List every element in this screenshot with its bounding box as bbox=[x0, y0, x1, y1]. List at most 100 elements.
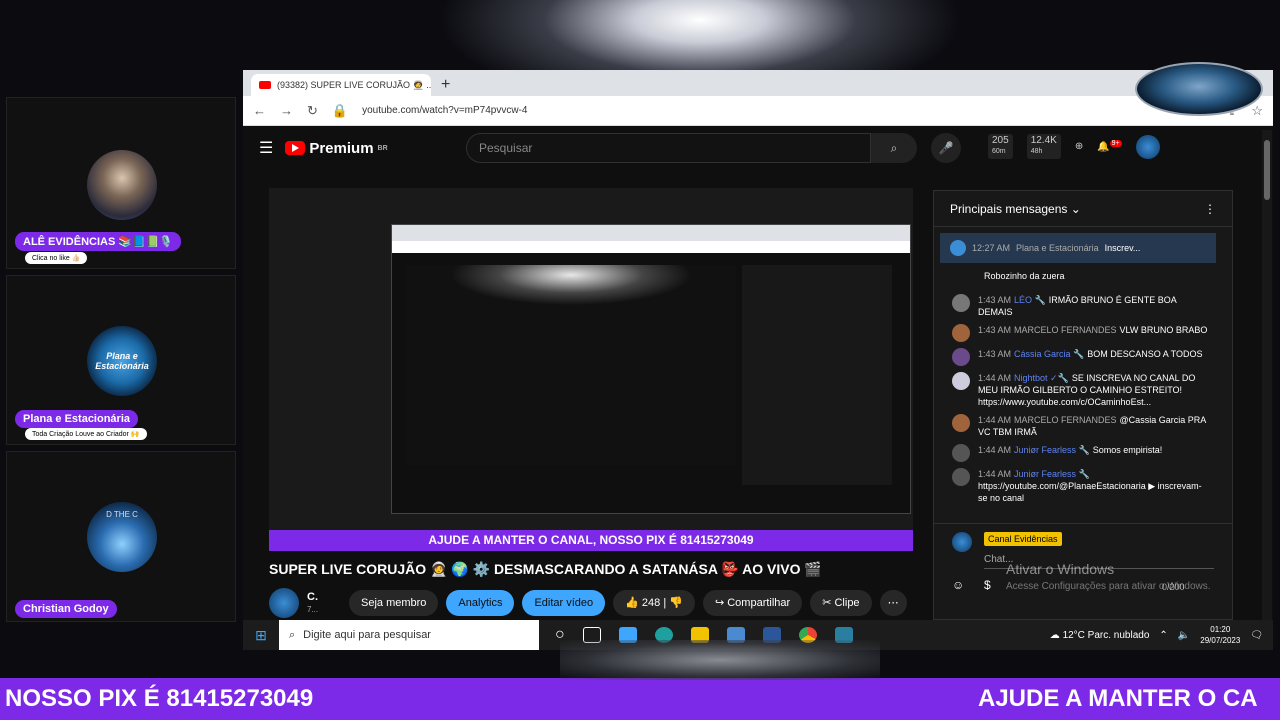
christian-globe-text: D THE C bbox=[106, 510, 138, 519]
pinned-message[interactable]: 12:27 AM Plana e Estacionária Inscrev... bbox=[940, 233, 1216, 263]
notification-center-icon[interactable]: 🗨 bbox=[1250, 630, 1263, 641]
bookmark-star-icon[interactable]: ☆ bbox=[1251, 103, 1263, 119]
pinned-avatar bbox=[950, 240, 966, 256]
forward-icon[interactable]: → bbox=[280, 103, 293, 118]
taskbar-clock[interactable]: 01:20 29/07/2023 bbox=[1200, 624, 1240, 646]
channel-avatar[interactable] bbox=[269, 588, 299, 618]
chat-text: VLW BRUNO BRABO bbox=[1119, 325, 1208, 335]
chat-author: MARCELO FERNANDES bbox=[1014, 325, 1117, 335]
stat-viewers: 205 60m bbox=[988, 134, 1013, 159]
chat-author: MARCELO FERNANDES bbox=[1014, 415, 1117, 425]
chat-menu-icon[interactable]: ⋮ bbox=[1204, 202, 1216, 216]
chat-author: Nightbot ✓🔧 bbox=[1014, 373, 1069, 383]
video-player[interactable] bbox=[269, 188, 913, 550]
chat-message: 1:44 AM Juniør Fearless 🔧 Somos empirista! bbox=[934, 441, 1224, 465]
chat-message: 1:44 AM Juniør Fearless 🔧 https://youtube.… bbox=[934, 465, 1224, 507]
chat-time: 1:44 AM bbox=[978, 469, 1012, 479]
more-actions-button[interactable]: ⋯ bbox=[879, 590, 907, 616]
page-scrollbar[interactable] bbox=[1262, 130, 1272, 620]
notifications-icon[interactable]: 🔔 9+ bbox=[1097, 140, 1122, 153]
browser-tab-youtube[interactable]: (93382) SUPER LIVE CORUJÃO 🧑‍🚀 ... ✕ bbox=[251, 74, 431, 96]
plana-logo: Plana e Estacionária bbox=[87, 326, 157, 396]
url-field[interactable]: youtube.com/watch?v=mP74pvvcw-4 bbox=[362, 105, 1191, 116]
edit-video-button[interactable]: Editar vídeo bbox=[522, 590, 606, 616]
stat-views-value: 12.4K bbox=[1030, 135, 1057, 146]
chat-time: 1:44 AM bbox=[978, 373, 1012, 383]
hamburger-menu-icon[interactable]: ☰ bbox=[259, 138, 273, 158]
chat-mode-dropdown[interactable]: Principais mensagens ⌄ bbox=[950, 202, 1081, 216]
chat-message: 1:43 AM MARCELO FERNANDES VLW BRUNO BRABO bbox=[934, 321, 1224, 345]
clip-button[interactable]: ✂ Clipe bbox=[810, 590, 872, 616]
clock-time: 01:20 bbox=[1210, 625, 1231, 634]
create-icon[interactable]: ⊕ bbox=[1075, 141, 1083, 152]
edge-icon[interactable] bbox=[654, 627, 673, 643]
tray-chevron-icon[interactable]: ⌃ bbox=[1159, 630, 1167, 641]
youtube-logo[interactable]: Premium BR bbox=[285, 139, 388, 157]
word-icon[interactable] bbox=[762, 627, 781, 643]
ale-name-badge: ALÊ EVIDÊNCIAS 📚📘📗🎙️ bbox=[15, 232, 182, 251]
chat-time: 1:44 AM bbox=[978, 415, 1012, 425]
chat-message: 1:44 AM MARCELO FERNANDES @Cassia Garcia P… bbox=[934, 411, 1224, 441]
notification-count: 9+ bbox=[1109, 140, 1122, 148]
app-icon[interactable] bbox=[834, 627, 853, 643]
youtube-logo-text: Premium bbox=[309, 139, 374, 157]
chat-message: 1:43 AM LÉO 🔧 IRMÃO BRUNO É GENTE BOA DEMA… bbox=[934, 291, 1224, 321]
like-button[interactable]: 👍 248 | 👎 bbox=[613, 590, 695, 616]
windows-activation-subtext: Acesse Configurações para ativar o Windo… bbox=[1006, 581, 1211, 592]
weather-widget[interactable]: ☁ 12°C Parc. nublado bbox=[1050, 630, 1150, 641]
pinned-author: Plana e Estacionária bbox=[1016, 243, 1099, 253]
lock-icon: 🔒 bbox=[331, 102, 349, 118]
chat-text: Somos empirista! bbox=[1092, 445, 1163, 455]
mail-icon[interactable] bbox=[618, 627, 637, 643]
chat-time: 1:43 AM bbox=[978, 295, 1012, 305]
video-title: SUPER LIVE CORUJÃO 🧑‍🚀 🌍 ⚙️ DESMASCARAND… bbox=[269, 561, 822, 577]
clock-date: 29/07/2023 bbox=[1200, 636, 1241, 645]
windows-start-icon[interactable]: ⊞ bbox=[243, 627, 279, 644]
channel-name[interactable]: C. 7... bbox=[307, 591, 341, 616]
taskbar-search-input[interactable]: ⌕ Digite aqui para pesquisar bbox=[279, 620, 539, 650]
store-icon[interactable] bbox=[726, 627, 745, 643]
plana-sub-badge: Toda Criação Louve ao Criador 🙌 bbox=[25, 428, 147, 440]
chat-time: 1:44 AM bbox=[978, 445, 1012, 455]
christian-globe: D THE C bbox=[87, 502, 157, 572]
microphone-icon[interactable]: 🎤 bbox=[931, 133, 961, 163]
player-pix-banner: AJUDE A MANTER O CANAL, NOSSO PIX É 8141… bbox=[269, 530, 913, 551]
youtube-search-input[interactable]: Pesquisar bbox=[466, 133, 871, 163]
task-view-icon[interactable] bbox=[582, 627, 601, 643]
webcam-panel-ale: ALÊ EVIDÊNCIAS 📚📘📗🎙️ Clica no like 👍🏻 bbox=[6, 97, 236, 269]
webcam-panel-plana: Plana e Estacionária Plana e Estacionári… bbox=[6, 275, 236, 445]
new-tab-button[interactable]: + bbox=[441, 74, 450, 96]
share-label: Compartilhar bbox=[727, 597, 791, 609]
share-button[interactable]: ↪ Compartilhar bbox=[702, 590, 803, 616]
super-chat-icon[interactable]: $ bbox=[984, 578, 991, 592]
nested-chat bbox=[742, 265, 892, 485]
ale-sub-badge: Clica no like 👍🏻 bbox=[25, 252, 88, 264]
reload-icon[interactable]: ↻ bbox=[307, 103, 318, 119]
chat-avatar bbox=[952, 372, 970, 390]
back-icon[interactable]: ← bbox=[253, 103, 266, 118]
windows-taskbar: ⊞ ⌕ Digite aqui para pesquisar ○ ☁ 12°C … bbox=[243, 620, 1273, 650]
volume-icon[interactable]: 🔈 bbox=[1178, 630, 1190, 641]
account-avatar[interactable] bbox=[1135, 134, 1160, 159]
cortana-icon[interactable]: ○ bbox=[555, 626, 565, 644]
chat-time: 1:43 AM bbox=[978, 325, 1012, 335]
ticker-text-left: NOSSO PIX É 81415273049 bbox=[5, 685, 314, 712]
chat-user-avatar bbox=[952, 532, 972, 552]
taskbar-search-placeholder: Digite aqui para pesquisar bbox=[303, 629, 431, 641]
address-bar: ← → ↻ 🔒 youtube.com/watch?v=mP74pvvcw-4 … bbox=[243, 96, 1273, 126]
youtube-play-icon bbox=[285, 141, 306, 155]
emoji-icon[interactable]: ☺ bbox=[952, 578, 964, 592]
file-explorer-icon[interactable] bbox=[690, 627, 709, 643]
scrollbar-thumb[interactable] bbox=[1264, 140, 1270, 200]
chat-message: Robozinho da zuera bbox=[934, 267, 1224, 291]
taskbar-search-icon: ⌕ bbox=[289, 629, 296, 641]
stream-overlay: ALÊ EVIDÊNCIAS 📚📘📗🎙️ Clica no like 👍🏻 Pl… bbox=[0, 0, 1280, 720]
chat-text: https://youtube.com/@PlanaeEstacionaria … bbox=[978, 481, 1202, 503]
pinned-time: 12:27 AM bbox=[972, 243, 1011, 253]
flat-earth-ufo-logo bbox=[1135, 62, 1263, 116]
search-icon[interactable]: ⌕ bbox=[871, 133, 917, 163]
chrome-icon[interactable] bbox=[798, 627, 817, 643]
chat-channel-badge: Canal Evidências bbox=[984, 532, 1062, 546]
analytics-button[interactable]: Analytics bbox=[446, 590, 515, 616]
join-button[interactable]: Seja membro bbox=[349, 590, 439, 616]
